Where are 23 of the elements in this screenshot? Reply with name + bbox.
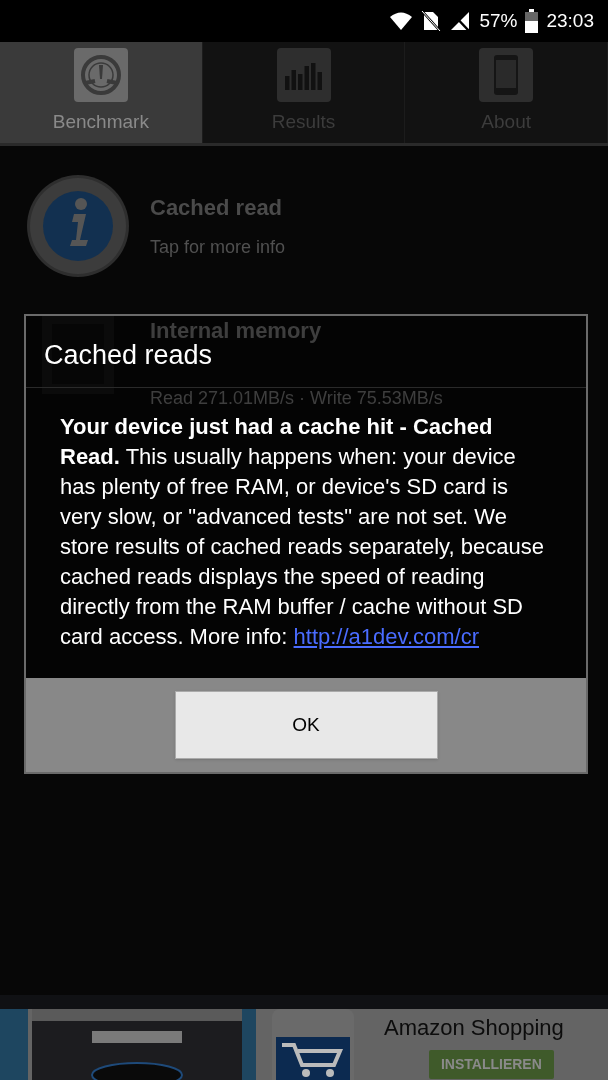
battery-icon	[525, 9, 539, 33]
install-button[interactable]: INSTALLIEREN	[428, 1049, 554, 1079]
clock-time: 23:03	[546, 8, 594, 33]
item-subtitle: Tap for more info	[150, 236, 286, 259]
dialog-message: Your device just had a cache hit - Cached Read. This usually happens when: your device has plenty of free RAM, or device's SD card is very slow, or "advanced tests" are not set. We store results of cached reads separately, because cached reads displays the speed of reading directly from the RAM buffer / cache without SD card access. More info: http://a1dev.com/cr	[60, 413, 545, 651]
phone-icon	[479, 48, 534, 103]
no-signal-icon	[449, 10, 472, 32]
bar-chart-icon	[276, 48, 331, 103]
ok-button[interactable]: OK	[174, 691, 438, 759]
wifi-icon	[389, 10, 414, 32]
info-icon	[26, 174, 130, 278]
battery-percentage: 57%	[479, 8, 518, 33]
ad-frame-strip	[0, 1009, 28, 1080]
item-subtitle: Read 271.01MB/s · Write 75.53MB/s	[150, 387, 443, 410]
no-sim-icon	[421, 10, 442, 32]
item-title: Cached read	[150, 194, 284, 222]
gauge-icon	[73, 48, 128, 103]
tab[interactable]: Benchmark	[0, 42, 203, 143]
ad-frame-strip	[242, 1009, 256, 1080]
info-link[interactable]: http://a1dev.com/cr	[293, 624, 479, 649]
ad-banner[interactable]: Amazon Shopping INSTALLIEREN	[0, 995, 608, 1080]
ad-title: Amazon Shopping	[384, 1013, 564, 1042]
shopping-cart-icon	[272, 1009, 354, 1080]
